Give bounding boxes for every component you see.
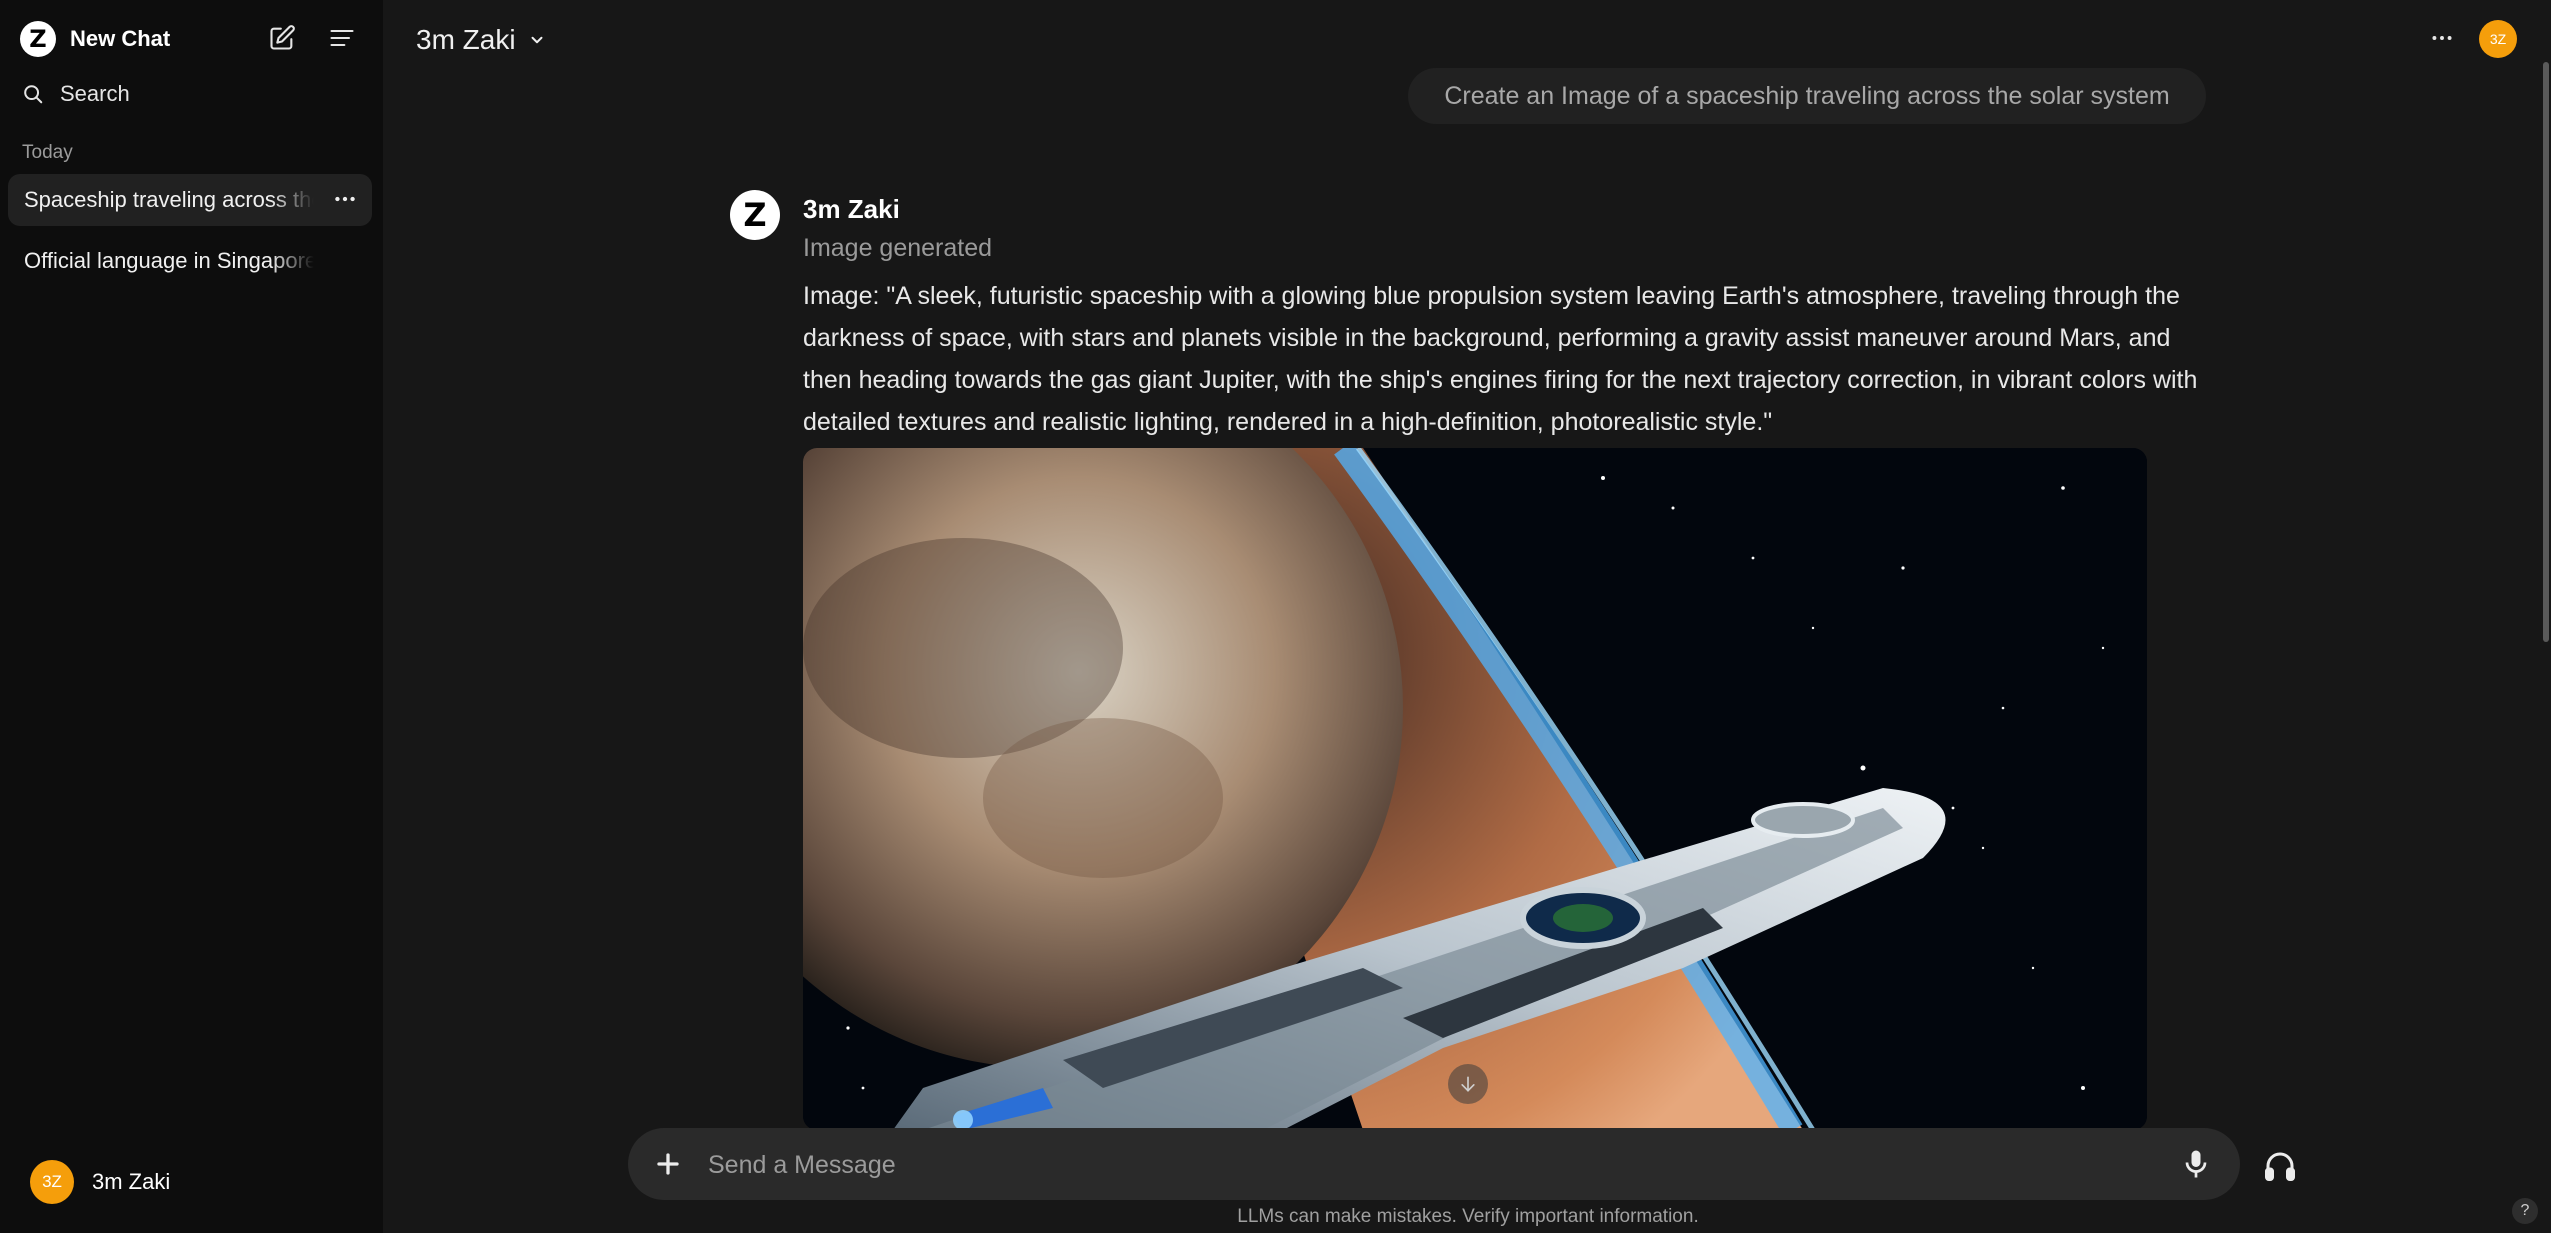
section-label-today: Today	[22, 142, 73, 163]
search-button[interactable]: Search	[22, 74, 130, 114]
new-chat-icon[interactable]	[264, 20, 300, 56]
avatar: 3Z	[30, 1160, 74, 1204]
more-options-icon[interactable]	[2424, 20, 2460, 56]
chat-item-spaceship[interactable]: Spaceship traveling across the solar sys…	[8, 174, 372, 226]
generated-image[interactable]	[803, 448, 2147, 1130]
assistant-avatar: Z	[730, 190, 780, 240]
assistant-status: Image generated	[803, 234, 993, 262]
headphones-icon[interactable]	[2258, 1144, 2302, 1188]
sidebar: Z New Chat Search Today Spaceship travel…	[0, 0, 383, 1233]
model-name: 3m Zaki	[416, 24, 516, 55]
assistant-logo-letter: Z	[743, 196, 767, 234]
user-name: 3m Zaki	[92, 1169, 171, 1194]
scroll-down-button[interactable]	[1448, 1064, 1488, 1104]
microphone-icon[interactable]	[2178, 1146, 2214, 1187]
logo-letter: Z	[29, 25, 47, 53]
help-button[interactable]: ?	[2512, 1198, 2538, 1224]
avatar[interactable]: 3Z	[2479, 20, 2517, 58]
plus-icon[interactable]	[650, 1146, 686, 1187]
chat-item-label: Official language in Singapore	[24, 248, 314, 273]
chat-item-singapore[interactable]: Official language in Singapore	[8, 235, 372, 287]
assistant-message: Image: "A sleek, futuristic spaceship wi…	[803, 282, 2198, 436]
message-composer	[628, 1128, 2240, 1200]
chevron-down-icon	[531, 36, 543, 44]
search-icon	[24, 85, 43, 104]
arrow-down-icon	[1461, 1076, 1475, 1092]
sidebar-menu-icon[interactable]	[324, 20, 360, 56]
assistant-name: 3m Zaki	[803, 194, 900, 224]
disclaimer-text: LLMs can make mistakes. Verify important…	[1237, 1206, 1699, 1227]
search-label: Search	[60, 81, 130, 106]
user-menu[interactable]: 3Z 3m Zaki	[30, 1160, 170, 1204]
app-logo[interactable]: Z	[20, 21, 56, 57]
model-selector[interactable]: 3m Zaki	[416, 20, 546, 60]
user-message: Create an Image of a spaceship traveling…	[1408, 68, 2206, 124]
chat-item-label: Spaceship traveling across the solar sys…	[24, 187, 314, 212]
chat-options-icon[interactable]	[332, 186, 358, 218]
sidebar-header: Z New Chat	[20, 20, 370, 58]
scrollbar[interactable]	[2543, 62, 2549, 642]
new-chat-label[interactable]: New Chat	[70, 26, 170, 52]
message-input[interactable]	[706, 1142, 2090, 1188]
